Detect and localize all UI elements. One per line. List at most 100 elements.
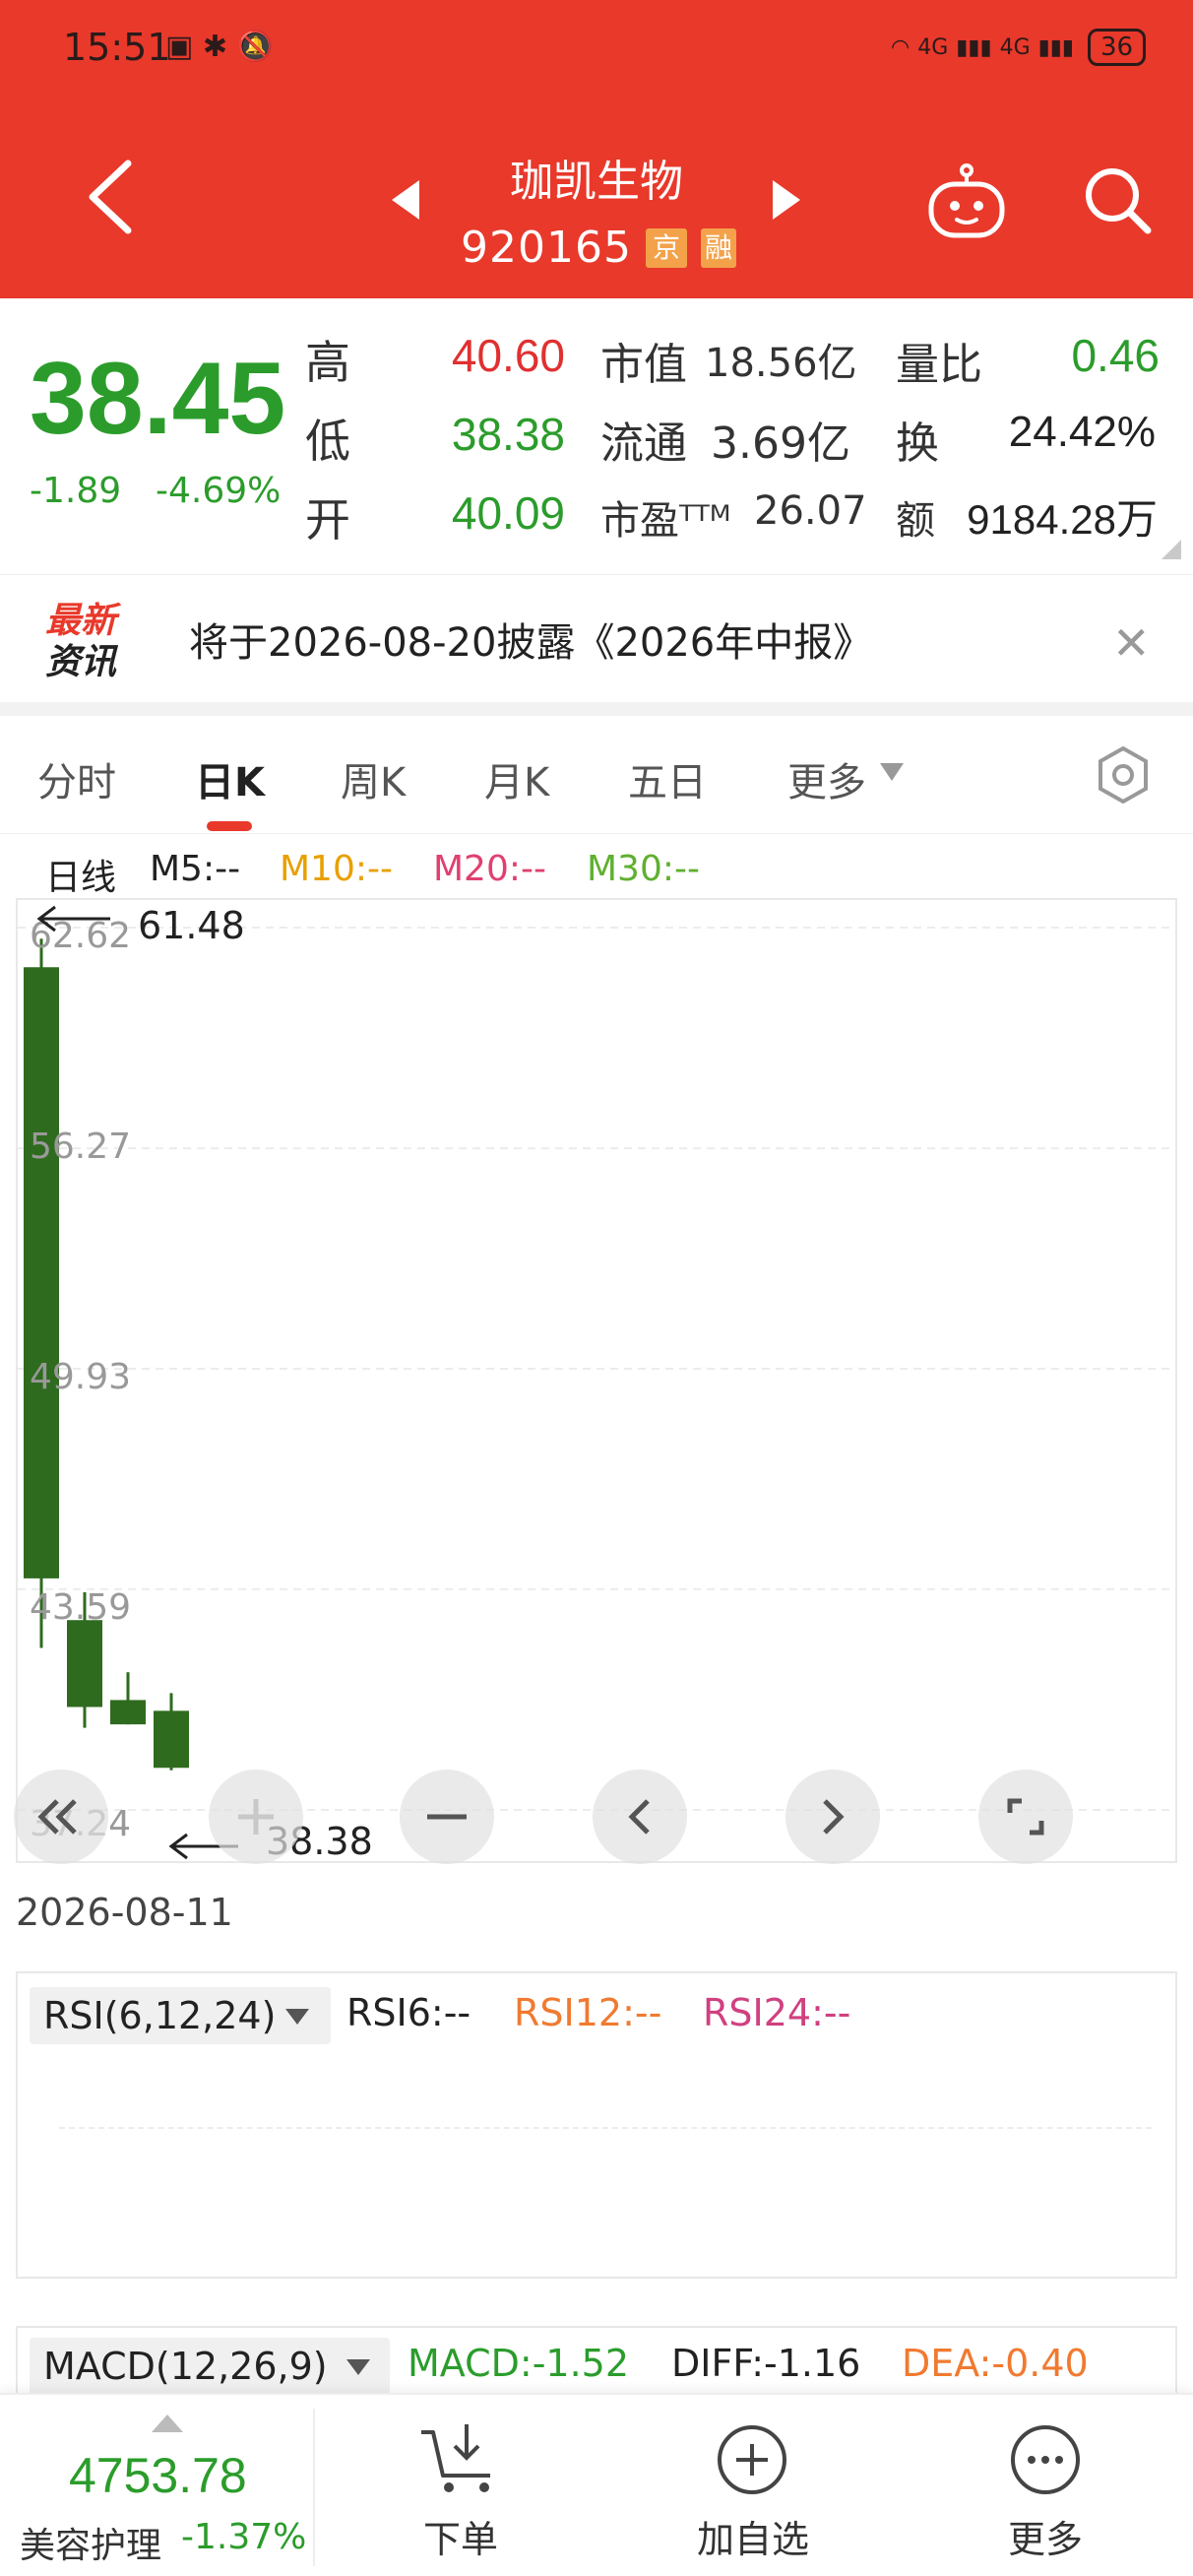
chevron-down-icon[interactable] (346, 2359, 370, 2375)
chevron-up-icon[interactable] (152, 2415, 183, 2432)
turnover-value: 24.42% (1008, 408, 1156, 456)
news-logo-line1: 最新 (45, 601, 117, 641)
high-marker-arrow-icon (36, 905, 110, 933)
fullscreen-button[interactable] (978, 1770, 1073, 1864)
close-icon[interactable]: ✕ (1112, 616, 1151, 670)
status-icons: ◠ 4G ▮▮▮ 4G ▮▮▮ 36 (891, 26, 1147, 69)
chevron-left-icon (628, 1799, 650, 1835)
tab-more[interactable]: 更多 (787, 750, 866, 807)
diff-value: DIFF:-1.16 (671, 2342, 861, 2385)
stock-name: 珈凯生物 (510, 157, 683, 207)
macd-indicator-select[interactable]: MACD(12,26,9) (30, 2338, 390, 2395)
high-price-marker: 61.48 (138, 904, 245, 947)
news-logo-line2: 资讯 (45, 642, 117, 682)
stock-code: 920165 (461, 223, 632, 273)
period-label: 日线 (45, 858, 117, 898)
tab-monthly-k[interactable]: 月K (484, 750, 549, 807)
back-arrow-icon[interactable] (81, 158, 140, 236)
scroll-start-button[interactable] (14, 1770, 108, 1864)
volume-ratio-value: 0.46 (1071, 330, 1160, 381)
cart-order-icon[interactable] (413, 2418, 508, 2497)
double-chevron-left-icon (37, 1799, 77, 1835)
open-label: 开 (305, 493, 350, 547)
news-logo: 最新 资讯 (45, 601, 142, 683)
tab-five-day[interactable]: 五日 (628, 750, 707, 807)
rsi12-value: RSI12:-- (514, 1991, 662, 2034)
float-cap-label: 流通 (600, 419, 687, 469)
add-watchlist-icon[interactable] (715, 2422, 789, 2497)
price-change-percent: -4.69% (156, 471, 282, 511)
chart-date-label: 2026-08-11 (16, 1891, 233, 1934)
rsi6-value: RSI6:-- (346, 1991, 471, 2034)
current-price: 38.45 (30, 342, 286, 456)
chevron-down-icon[interactable] (285, 2009, 309, 2025)
fullscreen-icon (1007, 1798, 1044, 1835)
nav-divider (313, 2409, 315, 2566)
price-change: -1.89 (30, 471, 122, 511)
chevron-down-icon[interactable] (880, 763, 904, 781)
tab-daily-k[interactable]: 日K (195, 750, 265, 807)
macd-value: MACD:-1.52 (408, 2342, 630, 2385)
scroll-left-button[interactable] (593, 1770, 687, 1864)
nav-order-label[interactable]: 下单 (392, 2509, 530, 2563)
scroll-right-button[interactable] (785, 1770, 880, 1864)
open-value: 40.09 (451, 487, 565, 539)
amount-label: 额 (896, 498, 935, 544)
ma10-label: M10:-- (280, 849, 393, 889)
volume-ratio-label: 量比 (896, 340, 982, 390)
signal-icon-2: ▮▮▮ (1037, 34, 1074, 60)
chevron-right-icon (823, 1799, 845, 1835)
network-label: 4G (917, 34, 949, 60)
search-icon[interactable] (1081, 163, 1154, 236)
y-tick-label: 56.27 (30, 1127, 132, 1167)
amount-value: 9184.28万 (967, 496, 1158, 543)
settings-icon[interactable] (1093, 744, 1154, 805)
active-tab-indicator (207, 821, 252, 831)
rsi-select-label: RSI(6,12,24) (43, 1994, 277, 2037)
rsi24-value: RSI24:-- (703, 1991, 851, 2034)
header: 15:51 ▣ ✱ 🔕 ◠ 4G ▮▮▮ 4G ▮▮▮ 36 珈凯生物 9201… (0, 0, 1193, 298)
stock-detail-screen: 15:51 ▣ ✱ 🔕 ◠ 4G ▮▮▮ 4G ▮▮▮ 36 珈凯生物 9201… (0, 0, 1193, 2576)
float-cap-value: 3.69亿 (711, 419, 850, 469)
candle-body[interactable] (24, 967, 59, 1578)
status-notification-icons: ▣ ✱ 🔕 (165, 30, 274, 64)
tab-intraday[interactable]: 分时 (37, 750, 116, 807)
nav-more-label[interactable]: 更多 (976, 2509, 1114, 2563)
kline-svg (18, 927, 1175, 1811)
sector-index-change: -1.37% (181, 2517, 307, 2557)
tabs-divider (0, 833, 1193, 834)
candle-body[interactable] (67, 1620, 102, 1707)
more-icon[interactable] (1008, 2422, 1083, 2497)
minus-icon (427, 1814, 467, 1820)
pe-ttm-label: 市盈ᵀᵀᴹ (600, 498, 731, 544)
status-time: 15:51 (63, 26, 171, 69)
low-label: 低 (305, 415, 350, 468)
y-tick-label: 43.59 (30, 1587, 132, 1628)
sector-index-name[interactable]: 美容护理 (20, 2517, 161, 2568)
high-value: 40.60 (451, 330, 565, 381)
candle-body[interactable] (154, 1710, 189, 1769)
robot-assistant-icon[interactable] (925, 162, 1008, 241)
tab-weekly-k[interactable]: 周K (341, 750, 406, 807)
plus-icon (238, 1799, 274, 1835)
exchange-tag: 京 (646, 228, 688, 268)
candle-body[interactable] (110, 1700, 146, 1725)
y-tick-label: 49.93 (30, 1357, 132, 1397)
macd-select-label: MACD(12,26,9) (43, 2345, 328, 2388)
nav-add-watchlist-label[interactable]: 加自选 (679, 2509, 827, 2563)
low-value: 38.38 (451, 409, 565, 460)
signal-icon: ▮▮▮ (956, 34, 992, 60)
high-label: 高 (305, 336, 350, 389)
kline-chart[interactable] (16, 898, 1177, 1863)
sector-index-value[interactable]: 4753.78 (69, 2447, 247, 2504)
ma5-label: M5:-- (150, 849, 241, 889)
expand-corner-icon[interactable] (1162, 540, 1181, 559)
zoom-in-button[interactable] (209, 1770, 303, 1864)
zoom-out-button[interactable] (400, 1770, 494, 1864)
news-text[interactable]: 将于2026-08-20披露《2026年中报》 (189, 611, 872, 668)
ma20-label: M20:-- (433, 849, 546, 889)
battery-icon: 36 (1087, 29, 1147, 66)
next-stock-arrow-icon[interactable] (773, 180, 800, 220)
market-cap-label: 市值 (600, 340, 687, 390)
dea-value: DEA:-0.40 (902, 2342, 1089, 2385)
